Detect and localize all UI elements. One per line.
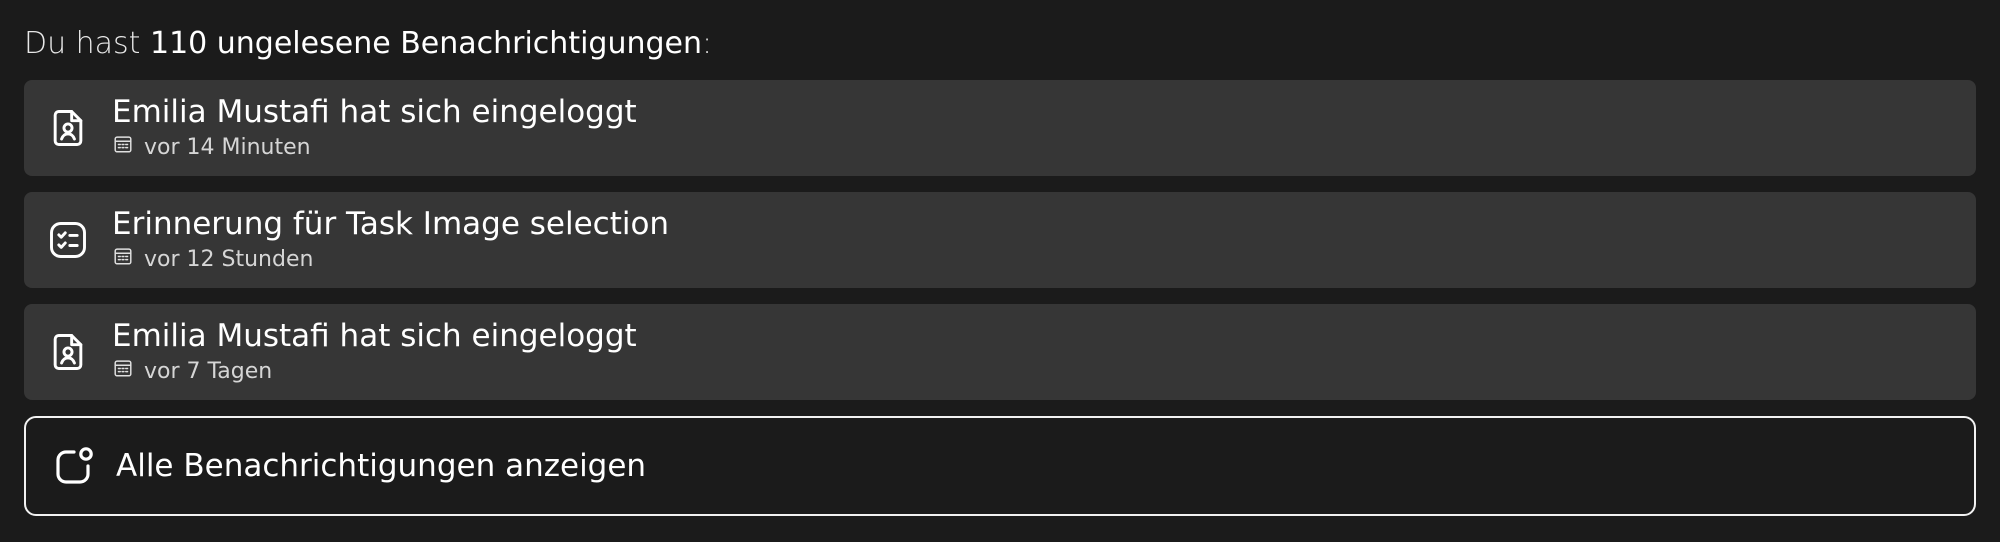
user-document-icon — [24, 80, 112, 176]
unread-count: 110 ungelesene Benachrichtigungen — [149, 26, 702, 61]
notification-time: vor 12 Stunden — [144, 247, 314, 272]
notification-badge-icon — [26, 442, 116, 490]
calendar-icon — [112, 245, 144, 275]
notification-title: Emilia Mustafi hat sich eingeloggt — [112, 318, 637, 354]
summary-prefix: Du hast — [24, 26, 150, 61]
notification-panel: Du hast 110 ungelesene Benachrichtigunge… — [0, 0, 2000, 542]
user-document-icon — [24, 304, 112, 400]
notification-item[interactable]: Erinnerung für Task Image selection vor … — [24, 192, 1976, 288]
notification-title: Erinnerung für Task Image selection — [112, 206, 670, 242]
notification-time: vor 7 Tagen — [144, 359, 273, 384]
calendar-icon — [112, 357, 144, 387]
notification-item[interactable]: Emilia Mustafi hat sich eingeloggt vor 7… — [24, 304, 1976, 400]
notification-item[interactable]: Emilia Mustafi hat sich eingeloggt vor 1… — [24, 80, 1976, 176]
summary-suffix: : — [702, 26, 713, 61]
notification-time: vor 14 Minuten — [144, 135, 311, 160]
checklist-icon — [24, 192, 112, 288]
show-all-notifications-button[interactable]: Alle Benachrichtigungen anzeigen — [24, 416, 1976, 516]
show-all-label: Alle Benachrichtigungen anzeigen — [116, 448, 647, 484]
unread-summary: Du hast 110 ungelesene Benachrichtigunge… — [24, 24, 1976, 64]
notification-title: Emilia Mustafi hat sich eingeloggt — [112, 94, 637, 130]
calendar-icon — [112, 133, 144, 163]
